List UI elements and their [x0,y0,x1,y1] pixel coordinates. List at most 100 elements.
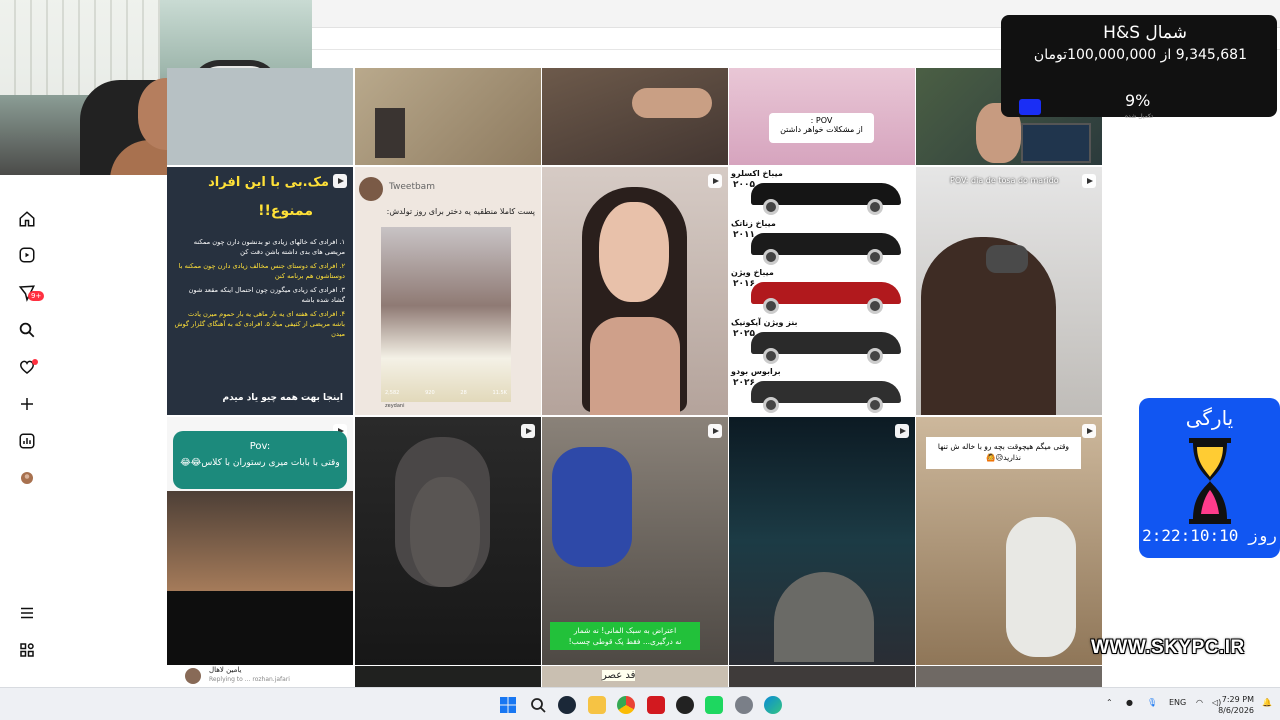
chrome-icon[interactable] [617,696,635,714]
reel-icon [1082,424,1096,438]
car-year: ۲۰۲۵ [733,328,755,339]
grid-tile-8[interactable] [542,167,728,415]
tile-reply: Replying to ... rozhan.jafari [209,676,290,683]
search-icon[interactable] [17,320,37,340]
tile-tweet-text: پست کاملا منطقیه یه دختر برای روز تولدش: [386,207,535,216]
shares-count: 28 [460,390,467,396]
pov-title: Pov: [249,441,271,452]
face-shape [410,477,480,587]
meta-icon[interactable] [17,640,37,660]
grid-tile-19[interactable] [729,666,915,687]
profile-avatar[interactable] [17,468,37,488]
tile-caption: POV : از مشکلات خواهر داشتن [769,113,874,143]
countdown-widget: یارگی 2:22:10:10 روز [1139,398,1280,558]
spotify-icon[interactable] [705,696,723,714]
notifications-dot [32,359,38,365]
legs-photo [632,88,712,118]
countdown-title: یارگی [1185,406,1234,430]
tile-caption: وقتی میگم هیچوقت بچه رو با خاله ش تنها ن… [926,437,1081,469]
car-label: میباخ اکسلرو [731,169,783,178]
person-shape [1006,517,1076,657]
cardboard-box [375,108,405,158]
countdown-time: 2:22:10:10 روز [1142,526,1277,545]
search-icon[interactable] [529,696,547,714]
car-label: میباخ ویژن [731,268,774,277]
reel-icon [521,424,535,438]
tile-text-block: ۱. افرادی که خالهای زیادی تو بدنشون دارن… [173,237,345,339]
face-shape [599,202,669,302]
tile-line-2: ۲. افرادی که دوستای جنس مخالف زیادی دارن… [178,262,345,280]
grid-tile-13[interactable]: اعتراض به سبک المانی! نه شمار نه درگیری.… [542,417,728,665]
reels-icon[interactable] [17,245,37,265]
wheel [867,248,883,265]
grid-tile-17[interactable] [355,666,541,687]
views-count: 11.5K [492,390,507,396]
car-row: میباخ ویژن ۲۰۱۶ [729,266,915,315]
menu-icon[interactable] [17,603,37,623]
notification-bell-icon[interactable]: 🔔 [1262,698,1272,707]
grid-tile-7[interactable]: Tweetbam پست کاملا منطقیه یه دختر برای ر… [355,167,541,415]
black-area [167,591,353,665]
grid-tile-1[interactable] [167,68,353,165]
clipper [986,245,1028,273]
sidebar-nav [0,175,54,687]
grid-tile-11[interactable]: Pov: وقتی با بابات میری رستوران با کلاس😂… [167,417,353,665]
car-year: ۲۰۱۱ [733,229,755,240]
car-row: برابوس بودو ۲۰۲۶ [729,365,915,414]
wheel [763,248,779,265]
grid-tile-10[interactable]: POV: dia de tosa do marido [916,167,1102,415]
avatar [359,177,383,201]
grid-tile-16[interactable]: یامین لاهال Replying to ... rozhan.jafar… [167,666,353,687]
car-year: ۲۰۱۶ [733,279,755,289]
grid-tile-6[interactable]: مک.بی با این افراد ممنوع!! ۱. افرادی که … [167,167,353,415]
grid-tile-18[interactable]: فد عصر [542,666,728,687]
wheel [763,199,779,215]
language-indicator[interactable]: ENG [1169,698,1186,707]
edge-icon[interactable] [764,696,782,714]
grid-tile-12[interactable] [355,417,541,665]
reel-icon [708,174,722,188]
car-year: ۲۰۰۵ [733,180,755,190]
grid-tile-9[interactable]: میباخ اکسلرو ۲۰۰۵ میباخ زناتک ۲۰۱۱ میباخ ویژ… [729,167,915,415]
start-icon[interactable] [499,696,517,714]
tile-line-3: ۳. افرادی که زیادی میگوزن چون احتمال این… [188,286,345,304]
system-clock[interactable]: 7:29 PM 8/6/2026 [1218,694,1254,716]
obs-icon[interactable] [676,696,694,714]
file-explorer-icon[interactable] [588,696,606,714]
tattooed-back [774,572,874,662]
windows-taskbar: ⌃ ● 🎙 ENG ◠ ◁) 7:29 PM 8/6/2026 🔔 [0,687,1280,720]
embedded-photo [381,227,511,402]
home-icon[interactable] [17,209,37,229]
dashboard-icon[interactable] [17,431,37,451]
tile-caption: فد عصر [602,670,636,681]
tray-chevron-icon[interactable]: ⌃ [1106,698,1113,707]
grid-tile-3[interactable] [542,68,728,165]
steam-icon[interactable] [558,696,576,714]
create-icon[interactable] [17,394,37,414]
youtube-icon[interactable] [647,696,665,714]
tile-caption: اعتراض به سبک المانی! نه شمار نه درگیری.… [550,622,700,650]
wifi-icon[interactable]: ◠ [1196,698,1203,707]
car-label: بنز ویژن آیکونیک [731,317,798,327]
likes-count: 2,582 [385,390,400,396]
car-year: ۲۰۲۶ [733,378,755,388]
grid-tile-4[interactable]: POV : از مشکلات خواهر داشتن [729,68,915,165]
wheel [867,347,883,364]
grid-tile-15[interactable]: وقتی میگم هیچوقت بچه رو با خاله ش تنها ن… [916,417,1102,665]
car-label: برابوس بودو [731,367,781,376]
wheel [763,397,779,413]
grid-tile-20[interactable] [916,666,1102,687]
car-row: بنز ویژن آیکونیک ۲۰۲۵ [729,316,915,365]
grid-tile-2[interactable] [355,68,541,165]
reel-icon [1082,174,1096,188]
microphone-icon[interactable]: 🎙 [1147,698,1157,707]
donation-goal-widget: H&S شمال 9,345,681 از 100,000,000تومان 9… [1001,15,1277,120]
grid-tile-14[interactable] [729,417,915,665]
wheel [763,298,779,314]
explore-grid: POV : از مشکلات خواهر داشتن مک.بی با این… [167,68,1103,687]
donation-progress-bar [1019,99,1041,115]
donation-percent: 9% [1125,91,1151,110]
settings-icon[interactable] [735,696,753,714]
tray-app-icon[interactable]: ● [1126,698,1133,707]
restaurant-photo [167,491,353,591]
